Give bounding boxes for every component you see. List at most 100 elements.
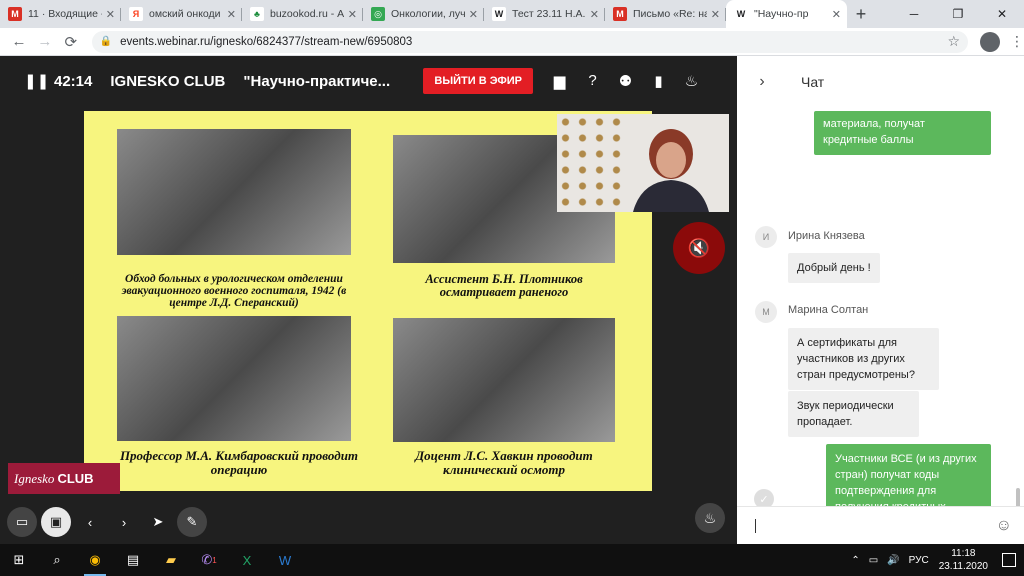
prev-slide-icon[interactable]: ‹ — [75, 507, 105, 537]
windows-start-icon[interactable]: ⊞ — [0, 544, 38, 576]
chat-author: Марина Солтан — [788, 304, 869, 316]
emoji-icon[interactable]: ☺ — [996, 517, 1012, 535]
avatar: М — [755, 301, 777, 323]
browser-tab[interactable]: M 11 · Входящие - ✕ — [0, 0, 121, 28]
chat-messages: материала, получат кредитные баллы И Ири… — [737, 108, 1024, 506]
fire-toolbar-icon[interactable]: ♨ — [683, 72, 700, 90]
chat-panel: › Чат материала, получат кредитные баллы… — [737, 56, 1024, 544]
maximize-icon[interactable]: ❐ — [936, 0, 980, 28]
yandex-icon: Я — [129, 7, 143, 21]
chat-message-own: Участники ВСЕ (и из других стран) получа… — [826, 444, 991, 506]
close-icon[interactable]: ✕ — [980, 0, 1024, 28]
caption-2: Ассистент Б.Н. Плотников осматривает ран… — [425, 272, 583, 300]
chat-icon[interactable]: ▆ — [551, 72, 568, 90]
url-field[interactable]: 🔒 events.webinar.ru/ignesko/6824377/stre… — [91, 30, 969, 53]
close-tab-icon[interactable]: ✕ — [106, 8, 115, 21]
caption-3: Профессор М.А. Кимбаровский проводит опе… — [119, 448, 359, 477]
text-caret — [755, 518, 756, 533]
muted-speaker-icon[interactable]: 🔇 — [673, 222, 725, 274]
app-window-icon[interactable]: ▤ — [114, 544, 152, 576]
network-icon[interactable]: ▭ — [869, 555, 878, 566]
clock[interactable]: 11:18 23.11.2020 — [939, 547, 988, 573]
webinar-icon: W — [734, 7, 748, 21]
chat-author: Ирина Князева — [788, 230, 865, 242]
pause-icon[interactable]: ❚❚ — [24, 72, 49, 90]
chrome-icon[interactable]: ◉ — [76, 544, 114, 576]
folder-icon[interactable]: ▰ — [152, 544, 190, 576]
fire-icon[interactable]: ♨ — [695, 503, 725, 533]
volume-icon[interactable]: 🔊 — [887, 555, 899, 566]
avatar: И — [755, 226, 777, 248]
system-tray: ⌃ ▭ 🔊 РУС 11:18 23.11.2020 — [842, 547, 1024, 573]
photo-operation — [117, 316, 351, 441]
viber-icon[interactable]: ✆ 1 — [190, 544, 228, 576]
account-avatar[interactable] — [980, 31, 1000, 52]
chat-scrollbar[interactable] — [1016, 488, 1020, 506]
close-tab-icon[interactable]: ✕ — [711, 8, 720, 21]
browser-tab[interactable]: ◎ Онкологии, луч ✕ — [363, 0, 484, 28]
screen-share-icon[interactable]: ▣ — [41, 507, 71, 537]
more-menu-icon[interactable]: ⋮ — [1010, 33, 1024, 50]
back-icon[interactable]: ← — [6, 33, 32, 50]
speaker-video — [633, 129, 709, 212]
minimize-icon[interactable]: ─ — [892, 0, 936, 28]
address-bar: ← → ⟳ 🔒 events.webinar.ru/ignesko/682437… — [0, 28, 1024, 56]
stage: ❚❚ 42:14 IGNESKO CLUB "Научно-практиче..… — [0, 56, 737, 544]
browser-tab-active[interactable]: W "Научно-пр ✕ — [726, 0, 847, 28]
ignesko-logo: Ignesko CLUB — [8, 463, 120, 494]
chat-message: Звук периодически пропадает. — [788, 391, 919, 437]
go-live-button[interactable]: ВЫЙТИ В ЭФИР — [423, 68, 534, 94]
excel-icon[interactable]: X — [228, 544, 266, 576]
question-icon[interactable]: ? — [584, 72, 601, 90]
notification-icon[interactable] — [1002, 553, 1016, 567]
browser-tab[interactable]: W Тест 23.11 Н.А. ✕ — [484, 0, 605, 28]
word-taskbar-icon[interactable]: W — [266, 544, 304, 576]
chat-title: Чат — [801, 74, 825, 90]
caption-4: Доцент Л.С. Хавкин проводит клинический … — [415, 448, 593, 477]
file-icon[interactable]: ▮ — [650, 72, 667, 90]
forward-icon[interactable]: → — [32, 33, 58, 50]
browser-tab[interactable]: M Письмо «Re: на ✕ — [605, 0, 726, 28]
photo-clinical-exam — [393, 318, 615, 442]
chat-header: › Чат — [737, 56, 1024, 108]
browser-tab[interactable]: Яомский онкоди ✕ — [121, 0, 242, 28]
close-tab-icon[interactable]: ✕ — [590, 8, 599, 21]
layout-icon[interactable]: ▭ — [7, 507, 37, 537]
caption-1: Обход больных в урологическом отделении … — [121, 273, 347, 310]
viber-badge: 1 — [212, 555, 217, 565]
chevron-right-icon[interactable]: › — [737, 73, 787, 91]
tray-chevron-icon[interactable]: ⌃ — [851, 555, 859, 566]
timer: 42:14 — [54, 72, 93, 90]
search-icon[interactable]: ⌕ — [38, 544, 76, 576]
close-tab-icon[interactable]: ✕ — [227, 8, 236, 21]
pointer-icon[interactable]: ➤ — [143, 507, 173, 537]
new-tab-button[interactable]: + — [847, 0, 875, 28]
close-tab-icon[interactable]: ✕ — [348, 8, 357, 21]
user-off-icon[interactable]: ⚉ — [617, 72, 634, 90]
reload-icon[interactable]: ⟳ — [58, 33, 84, 51]
windows-taskbar: ⊞ ⌕ ◉ ▤ ▰ ✆ 1 X W ⌃ ▭ 🔊 РУС 11:18 23.11.2… — [0, 544, 1024, 576]
next-slide-icon[interactable]: › — [109, 507, 139, 537]
chat-input[interactable]: ☺ — [737, 506, 1024, 544]
club-name: IGNESKO CLUB — [110, 72, 226, 90]
stage-bottom-bar: ▭ ▣ ‹ › ➤ ✎ — [0, 502, 737, 542]
browser-tab[interactable]: ♣ buzookod.ru - А ✕ — [242, 0, 363, 28]
speaker-webcam — [557, 114, 729, 212]
gmail-icon: M — [613, 7, 627, 21]
chat-message-own: материала, получат кредитные баллы — [814, 111, 991, 155]
word-icon: W — [492, 7, 506, 21]
keyboard-language[interactable]: РУС — [909, 555, 929, 566]
close-tab-icon[interactable]: ✕ — [469, 8, 478, 21]
photo-ward-round — [117, 129, 351, 255]
webinar-app: ❚❚ 42:14 IGNESKO CLUB "Научно-практиче..… — [0, 56, 1024, 544]
bookmark-star-icon[interactable]: ☆ — [948, 33, 961, 50]
brush-icon[interactable]: ✎ — [177, 507, 207, 537]
gmail-icon: M — [8, 7, 22, 21]
event-title: "Научно-практиче... — [243, 72, 391, 90]
close-tab-icon[interactable]: ✕ — [832, 8, 841, 21]
window-controls: ─ ❐ ✕ — [892, 0, 1024, 28]
clover-icon: ♣ — [250, 7, 264, 21]
globe-icon: ◎ — [371, 7, 385, 21]
message-delivered-icon: ✓ — [754, 489, 774, 506]
browser-tab-strip: M 11 · Входящие - ✕ Яомский онкоди ✕ ♣ buzoo… — [0, 0, 1024, 28]
